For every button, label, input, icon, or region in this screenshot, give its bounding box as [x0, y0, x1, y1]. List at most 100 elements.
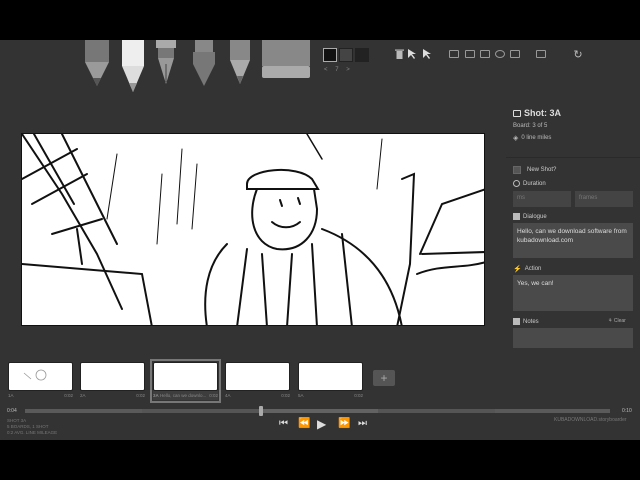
- speech-icon: [513, 213, 520, 220]
- clear-notes-button[interactable]: ⚘ Clear: [608, 318, 626, 324]
- meta-shot: SHOT 3A: [7, 418, 27, 423]
- swatch-charcoal[interactable]: [355, 48, 369, 62]
- thumbnail-caption: 2A 0:02: [80, 391, 145, 398]
- timeline-segment: [142, 409, 259, 413]
- thumbnail-3a[interactable]: 3A Hello, can we downlo... 0:02: [150, 359, 221, 403]
- notes-label: Notes: [513, 318, 539, 325]
- clock-icon: [513, 180, 520, 187]
- timeline-segment-active: [259, 409, 378, 413]
- trash-icon[interactable]: [392, 47, 406, 61]
- timeline-segment: [378, 409, 495, 413]
- lightning-icon: ⚡: [513, 266, 522, 273]
- thumbnail-image: [153, 362, 218, 391]
- duration-label-text: Duration: [523, 180, 546, 187]
- pager-next[interactable]: >: [346, 67, 353, 73]
- camera-icon[interactable]: [495, 50, 505, 58]
- thumbnail-caption: 1A 0:02: [8, 391, 73, 398]
- pointer-add-icon[interactable]: [406, 47, 420, 61]
- thumbnail-time: 0:02: [64, 393, 73, 398]
- dialogue-label: Dialogue: [513, 213, 547, 220]
- thumbnail-image: [225, 362, 290, 391]
- note-pen-tool[interactable]: [227, 40, 253, 90]
- rewind-icon[interactable]: ⏪: [298, 418, 310, 430]
- board-count: Board: 3 of 5: [513, 123, 548, 129]
- action-textarea[interactable]: Yes, we can!: [513, 275, 633, 311]
- light-pencil-tool[interactable]: [118, 40, 148, 98]
- timeline-track[interactable]: [25, 409, 610, 413]
- total-time: 0:10: [622, 408, 632, 414]
- thumbnail-dialogue: Hello, can we downlo...: [160, 393, 207, 398]
- thumbnail-id: 2A: [80, 393, 86, 398]
- dialogue-textarea[interactable]: Hello, can we download software from kub…: [513, 223, 633, 258]
- swatch-black[interactable]: [323, 48, 337, 62]
- timeline-segment: [495, 409, 610, 413]
- thumbnail-4a[interactable]: 4A 0:02: [225, 362, 290, 400]
- skip-back-icon[interactable]: ⏮: [279, 418, 288, 430]
- line-miles-text: 0 line miles: [521, 135, 552, 141]
- pager-prev[interactable]: <: [324, 67, 331, 73]
- thumbnail-image: [298, 362, 363, 391]
- clear-label: Clear: [613, 318, 626, 324]
- duration-frames-field[interactable]: frames: [575, 191, 633, 207]
- refresh-icon[interactable]: ↻: [571, 47, 585, 61]
- fast-forward-icon[interactable]: ⏩: [338, 418, 350, 430]
- drawing-canvas[interactable]: [21, 133, 485, 326]
- thumbnail-time: 0:02: [281, 393, 290, 398]
- export-icon[interactable]: [510, 50, 520, 58]
- thumbnail-time: 0:02: [354, 393, 363, 398]
- thumbnail-time: 0:02: [209, 393, 218, 398]
- divider: [506, 157, 640, 158]
- thumbnail-1a[interactable]: 1A 0:02: [8, 362, 73, 400]
- line-miles: ◈ 0 line miles: [513, 134, 551, 142]
- thumbnail-id: 1A: [8, 393, 14, 398]
- pointer-copy-icon[interactable]: [421, 47, 435, 61]
- board-pager: < 7 >: [324, 67, 353, 73]
- clear-icon: ⚘: [608, 318, 613, 324]
- thumbnail-id: 5A: [298, 393, 304, 398]
- action-label: ⚡ Action: [513, 265, 541, 273]
- timeline-segment: [25, 409, 142, 413]
- thumbnail-id: 4A: [225, 393, 231, 398]
- notes-label-text: Notes: [523, 318, 539, 325]
- duration-ms-field[interactable]: ms: [513, 191, 571, 207]
- thumbnail-image: [8, 362, 73, 391]
- thumbnail-time: 0:02: [136, 393, 145, 398]
- notes-textarea[interactable]: [513, 328, 633, 348]
- brush-tool[interactable]: [190, 40, 218, 90]
- pencil-tool[interactable]: [81, 40, 113, 90]
- meta-boards: 5 BOARDS, 1 SHOT: [7, 424, 49, 429]
- watermark: KUBADOWNLOAD.storyboarder: [554, 417, 627, 423]
- photoshop-icon[interactable]: [536, 50, 546, 58]
- new-shot-label: New Shot?: [527, 167, 557, 173]
- duration-label: Duration: [513, 180, 546, 187]
- shot-icon: [513, 109, 521, 117]
- pen-tool[interactable]: [153, 40, 179, 90]
- new-shot-checkbox[interactable]: [513, 166, 521, 174]
- add-board-button[interactable]: +: [373, 370, 395, 386]
- layout-icon-1[interactable]: [449, 50, 459, 58]
- layout-icon-3[interactable]: [480, 50, 490, 58]
- current-time: 0:04: [7, 408, 17, 414]
- swatch-dark-gray[interactable]: [339, 48, 353, 62]
- thumbnail-id: 3A: [153, 393, 159, 398]
- shot-title: Shot: 3A: [513, 108, 561, 118]
- playhead-handle[interactable]: [259, 406, 263, 416]
- storyboard-sketch: [22, 134, 484, 325]
- thumbnail-2a[interactable]: 2A 0:02: [80, 362, 145, 400]
- layout-icon-2[interactable]: [465, 50, 475, 58]
- color-swatches: [323, 48, 369, 62]
- play-icon[interactable]: ▶: [317, 418, 326, 430]
- diamond-icon: ◈: [513, 135, 519, 142]
- pager-number: 7: [335, 67, 342, 73]
- thumbnail-image: [80, 362, 145, 391]
- skip-forward-icon[interactable]: ⏭: [358, 418, 367, 430]
- thumbnail-caption: 3A Hello, can we downlo... 0:02: [153, 391, 218, 398]
- action-label-text: Action: [524, 266, 542, 272]
- notes-icon: [513, 318, 520, 325]
- eraser-tool[interactable]: [260, 40, 312, 82]
- thumbnail-caption: 4A 0:02: [225, 391, 290, 398]
- plus-icon: +: [380, 371, 388, 385]
- dialogue-label-text: Dialogue: [523, 213, 547, 220]
- thumbnail-caption: 5A 0:02: [298, 391, 363, 398]
- thumbnail-5a[interactable]: 5A 0:02: [298, 362, 363, 400]
